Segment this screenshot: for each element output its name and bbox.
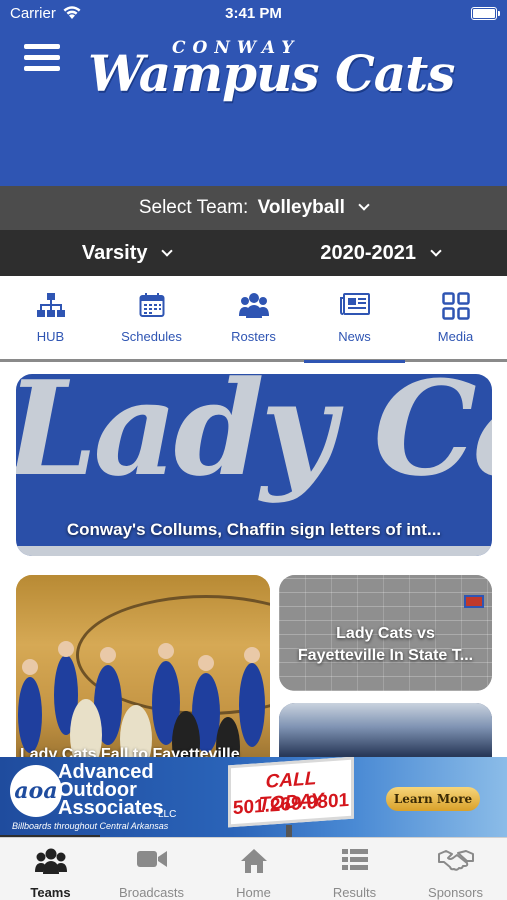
app-screen: Carrier 3:41 PM CONWAY Wampus Cats Selec… xyxy=(0,0,507,900)
arkansas-flag-icon xyxy=(464,595,484,608)
tab-sponsors[interactable]: Sponsors xyxy=(405,838,506,900)
team-logo: CONWAY Wampus Cats xyxy=(88,38,455,110)
sponsor-ad-banner[interactable]: aoa Advanced Outdoor Associates LLC Bill… xyxy=(0,757,507,837)
featured-image-text: Lady Ca xyxy=(16,374,492,505)
team-icon xyxy=(0,848,101,876)
team-selector-value: Volleyball xyxy=(257,197,345,218)
level-selector[interactable]: Varsity xyxy=(0,230,253,276)
grid-icon xyxy=(405,292,506,320)
bottom-tab-bar: Teams Broadcasts Home Results Sponsors xyxy=(0,837,507,900)
home-icon xyxy=(203,848,304,876)
level-season-bar: Varsity 2020-2021 xyxy=(0,230,507,276)
bottom-tab-label: Home xyxy=(236,885,271,900)
calendar-icon xyxy=(101,292,202,320)
tab-news[interactable]: News xyxy=(304,276,405,362)
news-title: Conway's Collums, Chaffin sign letters o… xyxy=(66,520,442,539)
bottom-tab-label: Results xyxy=(332,885,377,900)
tab-results[interactable]: Results xyxy=(304,838,405,900)
billboard-graphic: CALL TODAY 501.269.9801 xyxy=(228,757,354,828)
hamburger-menu-icon[interactable] xyxy=(24,42,62,74)
learn-more-button[interactable]: Learn More xyxy=(386,787,480,811)
hierarchy-icon xyxy=(0,292,101,320)
status-bar: Carrier 3:41 PM xyxy=(0,0,507,28)
sponsor-logo: aoa xyxy=(10,765,62,817)
chevron-down-icon xyxy=(358,199,370,211)
news-card[interactable] xyxy=(279,703,492,760)
ad-tagline: Billboards throughout Central Arkansas xyxy=(12,821,169,831)
tab-home[interactable]: Home xyxy=(203,838,304,900)
people-icon xyxy=(203,292,304,320)
news-title-line2: Fayetteville In State T... xyxy=(297,647,474,664)
battery-icon xyxy=(471,7,500,20)
season-value: 2020-2021 xyxy=(320,242,417,264)
tab-media[interactable]: Media xyxy=(405,276,506,362)
video-camera-icon xyxy=(101,848,202,876)
tab-rosters[interactable]: Rosters xyxy=(203,276,304,362)
bottom-tab-label: Broadcasts xyxy=(118,885,185,900)
chevron-down-icon xyxy=(429,245,442,257)
season-selector[interactable]: 2020-2021 xyxy=(253,230,507,276)
tab-label: HUB xyxy=(36,329,65,344)
bottom-tab-label: Teams xyxy=(30,885,71,900)
arena-photo xyxy=(279,703,492,760)
level-value: Varsity xyxy=(81,242,148,264)
newspaper-icon xyxy=(304,292,405,320)
tab-broadcasts[interactable]: Broadcasts xyxy=(101,838,202,900)
tab-schedules[interactable]: Schedules xyxy=(101,276,202,362)
news-title-line1: Lady Cats vs xyxy=(336,625,435,642)
chevron-down-icon xyxy=(161,245,173,257)
news-card-featured[interactable]: Lady Ca Conway's Collums, Chaffin sign l… xyxy=(16,374,492,556)
section-tabs: HUB Schedules Rosters News Media xyxy=(0,276,507,363)
billboard-pole xyxy=(286,825,292,837)
list-icon xyxy=(304,848,405,876)
ad-company-line3: Associates xyxy=(58,797,164,819)
active-tab-indicator xyxy=(304,360,405,363)
bottom-tab-label: Sponsors xyxy=(428,885,483,900)
team-selector[interactable]: Select Team: Volleyball xyxy=(0,186,507,230)
news-card[interactable]: Lady Cats Fall to Fayetteville xyxy=(16,575,270,760)
news-card[interactable]: Lady Cats vs Fayetteville In State T... xyxy=(279,575,492,691)
clock: 3:41 PM xyxy=(225,5,282,22)
tab-label: Media xyxy=(437,329,474,344)
players-photo xyxy=(18,641,265,760)
tab-label: Schedules xyxy=(121,329,182,344)
handshake-icon xyxy=(405,848,506,876)
featured-image-stripe xyxy=(16,546,492,556)
ad-llc: LLC xyxy=(158,809,177,820)
tab-hub[interactable]: HUB xyxy=(0,276,101,362)
tab-teams[interactable]: Teams xyxy=(0,838,101,900)
tab-label: News xyxy=(338,329,371,344)
logo-script-text: Wampus Cats xyxy=(88,44,455,103)
news-feed[interactable]: Lady Ca Conway's Collums, Chaffin sign l… xyxy=(0,365,507,760)
tab-label: Rosters xyxy=(231,329,276,344)
app-header: Carrier 3:41 PM CONWAY Wampus Cats xyxy=(0,0,507,186)
team-selector-label: Select Team: xyxy=(138,197,249,218)
